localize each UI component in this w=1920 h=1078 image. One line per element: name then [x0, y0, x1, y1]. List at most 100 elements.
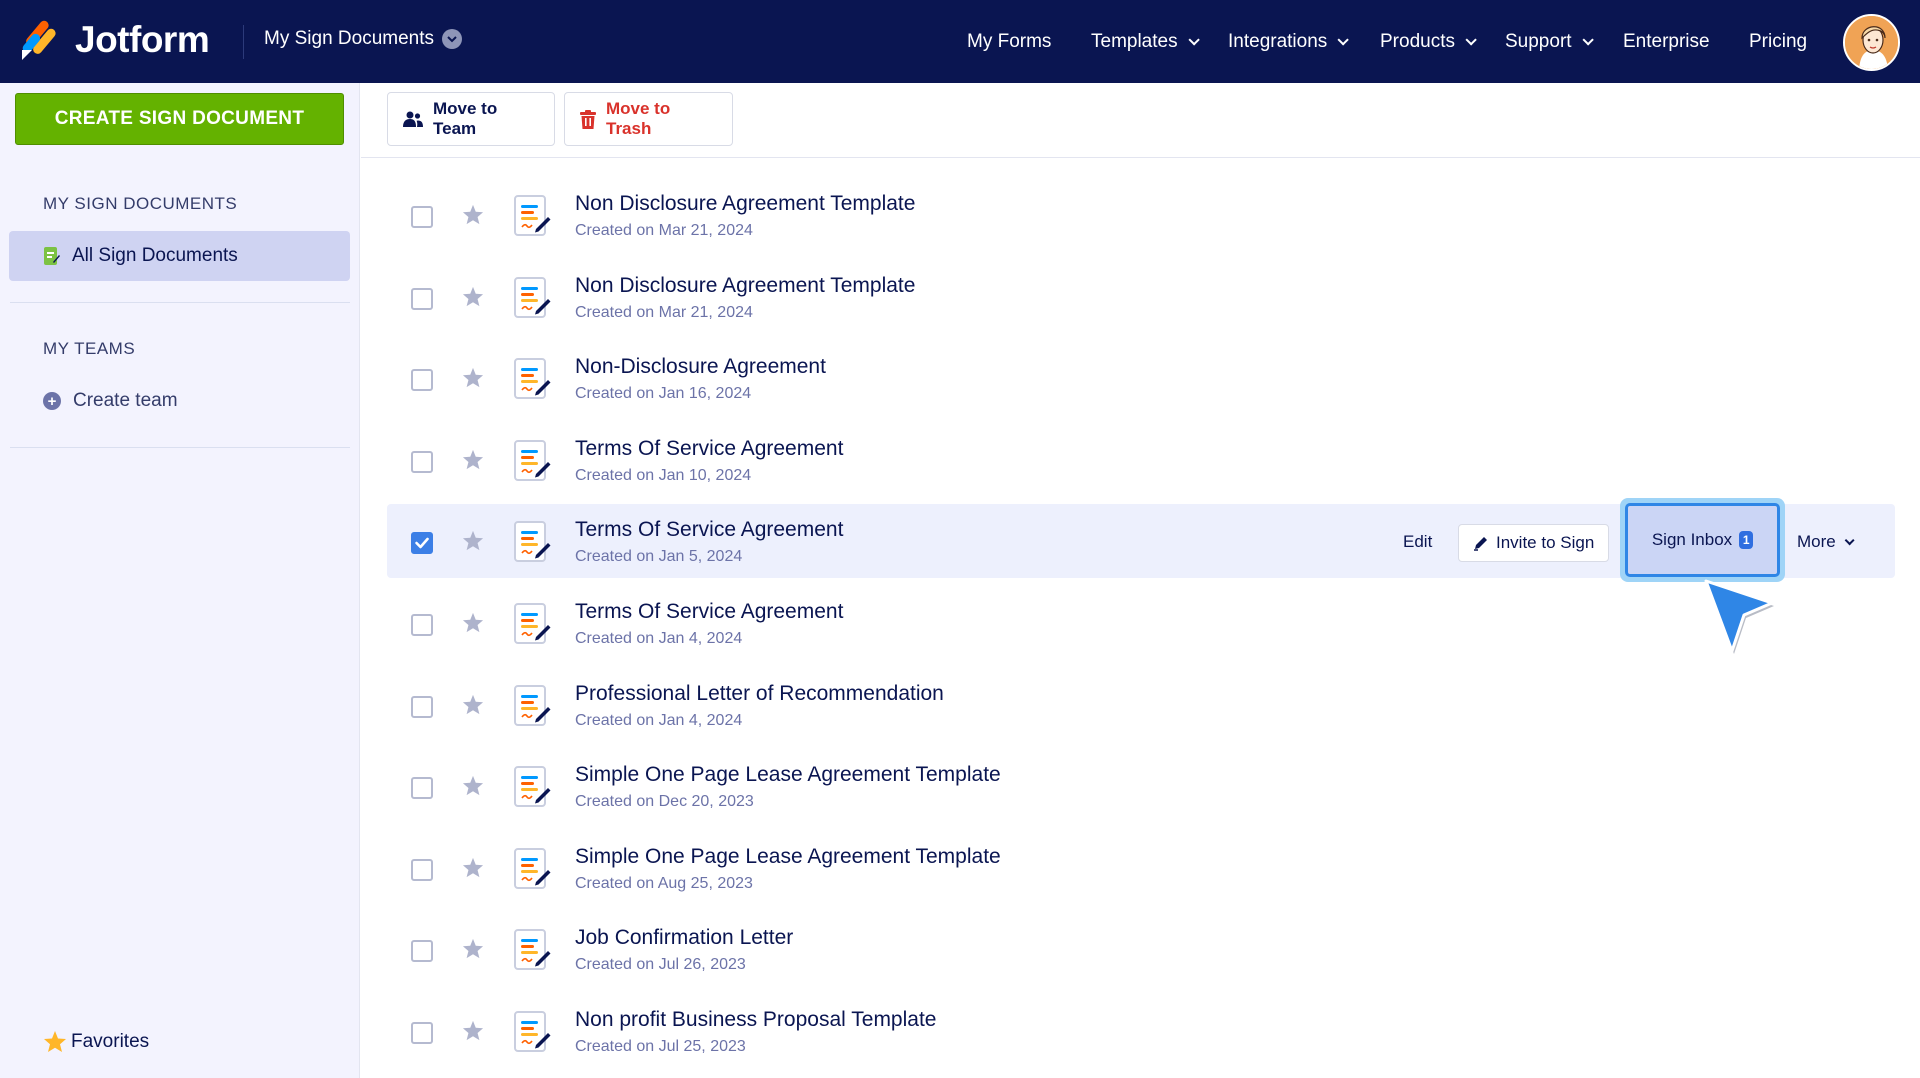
document-row[interactable]: Job Confirmation Letter Created on Jul 26… — [387, 912, 1895, 986]
document-title[interactable]: Simple One Page Lease Agreement Template — [575, 763, 1001, 787]
document-row[interactable]: Non-Disclosure Agreement Created on Jan 1… — [387, 341, 1895, 415]
document-created-date: Created on Mar 21, 2024 — [575, 222, 753, 239]
favorite-star-icon[interactable] — [462, 857, 484, 883]
document-title[interactable]: Job Confirmation Letter — [575, 926, 793, 950]
trash-icon — [580, 109, 606, 129]
star-icon — [43, 1030, 67, 1053]
document-title[interactable]: Non profit Business Proposal Template — [575, 1008, 936, 1032]
document-row[interactable]: Terms Of Service Agreement Created on Jan… — [387, 498, 1895, 582]
create-team-label: Create team — [73, 390, 178, 411]
move-to-trash-button[interactable]: Move to Trash — [564, 92, 733, 146]
nav-label: Enterprise — [1623, 30, 1710, 52]
document-row[interactable]: Terms Of Service Agreement Created on Jan… — [387, 586, 1895, 660]
document-title[interactable]: Non-Disclosure Agreement — [575, 355, 826, 379]
move-to-team-button[interactable]: Move to Team — [387, 92, 555, 146]
document-title[interactable]: Non Disclosure Agreement Template — [575, 274, 915, 298]
sidebar-divider — [10, 447, 350, 448]
document-created-date: Created on Jan 5, 2024 — [575, 548, 743, 565]
nav-templates[interactable]: Templates — [1091, 0, 1200, 83]
nav-support[interactable]: Support — [1505, 0, 1594, 83]
sign-inbox-label: Sign Inbox — [1651, 530, 1733, 549]
sign-inbox-button[interactable]: Sign Inbox 1 — [1625, 503, 1780, 577]
favorite-star-icon[interactable] — [462, 286, 484, 312]
invite-to-sign-label: Invite to Sign — [1496, 533, 1595, 552]
chevron-down-icon — [1337, 33, 1350, 46]
document-created-date: Created on Mar 21, 2024 — [575, 304, 753, 321]
mouse-pointer-icon — [1700, 575, 1780, 662]
document-created-date: Created on Jan 4, 2024 — [575, 712, 743, 729]
row-checkbox[interactable] — [411, 859, 433, 881]
checkmark-icon — [415, 537, 429, 549]
row-checkbox[interactable] — [411, 614, 433, 636]
nav-pricing[interactable]: Pricing — [1749, 0, 1807, 83]
row-checkbox[interactable] — [411, 451, 433, 473]
nav-label: Support — [1505, 30, 1572, 52]
row-checkbox[interactable] — [411, 369, 433, 391]
sidebar-item-label: All Sign Documents — [72, 245, 238, 266]
section-heading-sign-documents: MY SIGN DOCUMENTS — [43, 194, 238, 213]
create-sign-document-button[interactable]: CREATE SIGN DOCUMENT — [15, 93, 344, 145]
more-button[interactable]: More — [1797, 524, 1855, 560]
nav-label: My Forms — [967, 30, 1052, 52]
sign-document-icon — [512, 439, 552, 488]
document-title[interactable]: Non Disclosure Agreement Template — [575, 192, 915, 216]
team-icon — [403, 110, 433, 128]
edit-button[interactable]: Edit — [1391, 524, 1444, 560]
document-row[interactable]: Professional Letter of Recommendation Cre… — [387, 668, 1895, 742]
nav-label: Products — [1380, 30, 1455, 52]
row-checkbox[interactable] — [411, 1022, 433, 1044]
document-row[interactable]: Non Disclosure Agreement Template Created… — [387, 178, 1895, 252]
document-title[interactable]: Simple One Page Lease Agreement Template — [575, 845, 1001, 869]
user-avatar[interactable] — [1843, 14, 1900, 71]
favorite-star-icon[interactable] — [462, 367, 484, 393]
chevron-down-icon — [442, 29, 463, 49]
favorite-star-icon[interactable] — [462, 1020, 484, 1046]
favorite-star-icon[interactable] — [462, 449, 484, 475]
row-checkbox[interactable] — [411, 940, 433, 962]
row-checkbox[interactable] — [411, 206, 433, 228]
favorite-star-icon[interactable] — [462, 204, 484, 230]
chevron-down-icon — [1582, 33, 1594, 46]
nav-products[interactable]: Products — [1380, 0, 1477, 83]
favorite-star-icon[interactable] — [462, 938, 484, 964]
document-created-date: Created on Jan 10, 2024 — [575, 467, 752, 484]
document-row[interactable]: Non Disclosure Agreement Template Created… — [387, 260, 1895, 334]
chevron-down-icon — [1188, 33, 1200, 46]
row-checkbox[interactable] — [411, 288, 433, 310]
row-checkbox[interactable] — [411, 532, 433, 554]
favorite-star-icon[interactable] — [462, 694, 484, 720]
document-row[interactable]: Simple One Page Lease Agreement Template… — [387, 831, 1895, 905]
document-row[interactable]: Simple One Page Lease Agreement Template… — [387, 749, 1895, 823]
nav-label: Templates — [1091, 30, 1178, 52]
brand-name: Jotform — [75, 19, 210, 60]
row-checkbox[interactable] — [411, 777, 433, 799]
document-title[interactable]: Professional Letter of Recommendation — [575, 682, 944, 706]
jotform-logo[interactable]: Jotform — [20, 19, 210, 61]
pen-icon — [1473, 535, 1496, 551]
document-title[interactable]: Terms Of Service Agreement — [575, 518, 843, 542]
document-created-date: Created on Jul 26, 2023 — [575, 956, 746, 973]
document-title[interactable]: Terms Of Service Agreement — [575, 437, 843, 461]
nav-enterprise[interactable]: Enterprise — [1623, 0, 1710, 83]
nav-integrations[interactable]: Integrations — [1228, 0, 1350, 83]
nav-my-forms[interactable]: My Forms — [967, 0, 1051, 83]
favorite-star-icon[interactable] — [462, 530, 484, 556]
create-team-button[interactable]: + Create team — [43, 390, 178, 412]
breadcrumb[interactable]: My Sign Documents — [264, 28, 463, 50]
document-row[interactable]: Terms Of Service Agreement Created on Jan… — [387, 423, 1895, 497]
row-checkbox[interactable] — [411, 696, 433, 718]
move-to-trash-label: Move to Trash — [606, 99, 671, 138]
favorites-label: Favorites — [71, 1030, 150, 1052]
favorite-star-icon[interactable] — [462, 775, 484, 801]
document-title[interactable]: Terms Of Service Agreement — [575, 600, 843, 624]
favorite-star-icon[interactable] — [462, 612, 484, 638]
chevron-down-icon — [1465, 33, 1477, 46]
header-divider — [243, 25, 244, 59]
document-row[interactable]: Non profit Business Proposal Template Cre… — [387, 994, 1895, 1068]
jotform-logo-icon — [20, 20, 58, 60]
sidebar-item-all-sign-documents[interactable]: All Sign Documents — [9, 231, 350, 281]
sign-document-icon — [512, 520, 552, 569]
invite-to-sign-button[interactable]: Invite to Sign — [1458, 524, 1610, 562]
sign-document-icon — [512, 684, 552, 733]
sidebar-item-favorites[interactable]: Favorites — [43, 1030, 149, 1053]
